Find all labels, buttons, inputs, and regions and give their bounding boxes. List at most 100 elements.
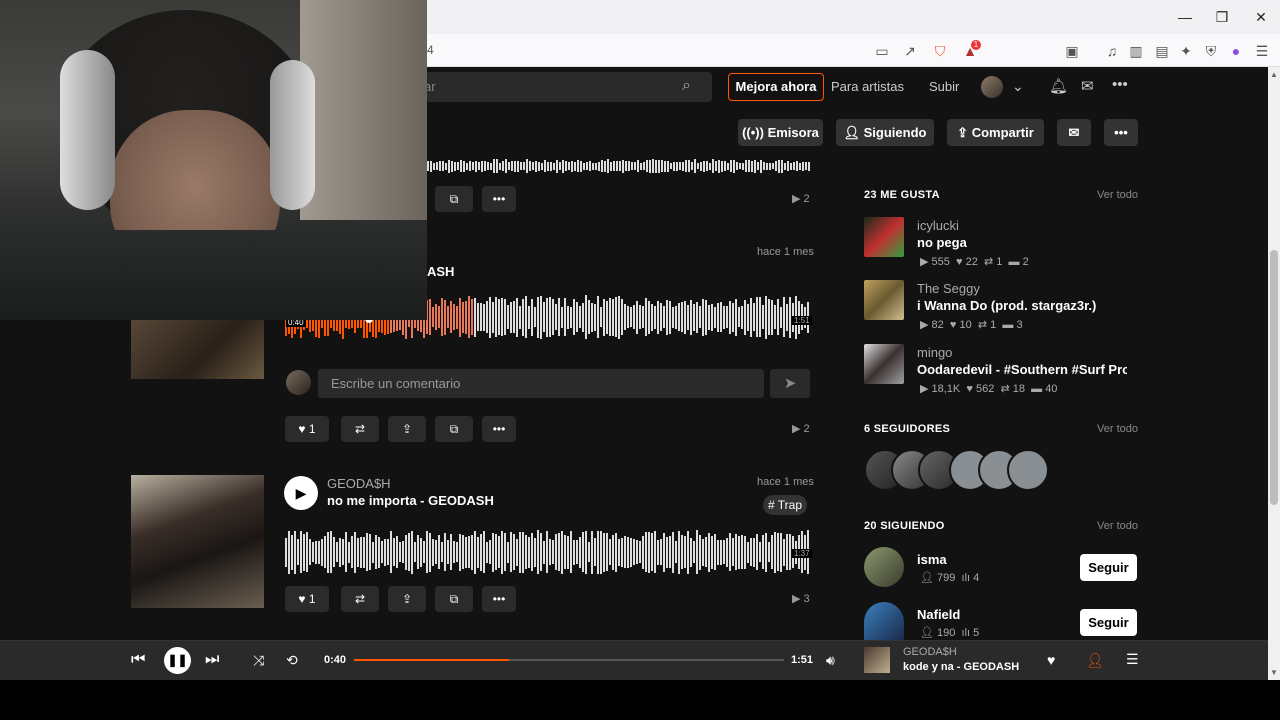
more-button[interactable]: ••• — [482, 186, 516, 212]
scroll-down-icon[interactable]: ▼ — [1270, 668, 1278, 677]
like-artwork[interactable] — [864, 217, 904, 257]
share-button[interactable]: ⇪ — [388, 416, 426, 442]
previous-button[interactable]: ⏮︎ — [131, 651, 145, 669]
scrollbar-thumb[interactable] — [1270, 250, 1278, 505]
following-name[interactable]: Nafield — [917, 607, 960, 622]
more-actions-button[interactable]: ••• — [1104, 119, 1138, 146]
avatar[interactable] — [981, 76, 1003, 98]
waveform-bar — [384, 538, 386, 566]
chevron-down-icon[interactable]: ⌄ — [1012, 78, 1024, 95]
avatar[interactable] — [864, 602, 904, 640]
track-artwork[interactable] — [131, 475, 264, 608]
repeat-button[interactable]: ⟲ — [286, 652, 298, 669]
wallet-icon[interactable]: ▤ — [1152, 41, 1172, 61]
next-button[interactable]: ⏭︎ — [205, 651, 219, 669]
upgrade-button[interactable]: Mejora ahora — [728, 73, 824, 101]
like-title[interactable]: Oodaredevil - #Southern #Surf Pro... — [917, 362, 1127, 377]
avatar[interactable] — [864, 547, 904, 587]
waveform-bar — [456, 542, 458, 562]
track-title[interactable]: ASH — [427, 264, 454, 279]
upload-link[interactable]: Subir — [929, 79, 959, 94]
station-button[interactable]: ((•)) Emisora — [738, 119, 823, 146]
url-text[interactable]: 4 — [427, 43, 434, 57]
repost-button[interactable]: ⇄ — [341, 416, 379, 442]
waveform-bar — [366, 533, 368, 571]
like-button[interactable]: ♥ — [1047, 652, 1055, 668]
follower-avatar[interactable] — [1007, 449, 1049, 491]
close-button[interactable]: ✕ — [1246, 6, 1276, 28]
share-page-icon[interactable]: ↗ — [900, 41, 920, 61]
reader-icon[interactable]: ▣ — [1062, 41, 1082, 61]
track-waveform[interactable] — [427, 155, 811, 177]
maximize-button[interactable]: ❐ — [1207, 6, 1237, 28]
more-icon[interactable]: ••• — [1112, 76, 1128, 93]
music-icon[interactable]: ♫ — [1102, 41, 1122, 61]
search-input[interactable]: ar — [400, 72, 712, 102]
waveform-bar — [567, 535, 569, 569]
like-title[interactable]: no pega — [917, 235, 1127, 250]
tag-badge[interactable]: # Trap — [763, 495, 808, 515]
copy-button[interactable]: ⧉ — [435, 586, 473, 612]
leo-icon[interactable]: ✦ — [1176, 41, 1196, 61]
like-button[interactable]: ♥ 1 — [285, 586, 329, 612]
for-artists-link[interactable]: Para artistas — [831, 79, 904, 94]
scroll-up-icon[interactable]: ▲ — [1270, 70, 1278, 79]
like-artwork[interactable] — [864, 280, 904, 320]
shuffle-button[interactable]: ⤨ — [253, 652, 264, 669]
waveform-bar — [435, 304, 437, 330]
like-title[interactable]: i Wanna Do (prod. stargaz3r.) — [917, 298, 1127, 313]
volume-button[interactable]: 🔊︎ — [826, 652, 835, 669]
minimize-button[interactable]: — — [1170, 6, 1200, 28]
like-user[interactable]: The Seggy — [917, 281, 980, 296]
cast-icon[interactable]: ▭ — [872, 41, 892, 61]
share-button[interactable]: ⇪ Compartir — [947, 119, 1044, 146]
copy-button[interactable]: ⧉ — [435, 416, 473, 442]
more-button[interactable]: ••• — [482, 586, 516, 612]
follow-artist-button[interactable]: 👤︎ — [1086, 652, 1104, 669]
now-playing-artwork[interactable] — [864, 647, 890, 673]
waveform-bar — [657, 539, 659, 565]
waveform-bar — [726, 537, 728, 567]
bell-icon[interactable]: 🔔︎ — [1049, 77, 1068, 95]
track-artist[interactable]: GEODA$H — [327, 476, 391, 491]
waveform-bar — [558, 533, 560, 571]
more-button[interactable]: ••• — [482, 416, 516, 442]
brave-shield-icon[interactable]: ⛉ — [930, 41, 950, 61]
search-icon[interactable]: ⌕ — [682, 77, 691, 95]
repost-button[interactable]: ⇄ — [341, 586, 379, 612]
see-all-following-link[interactable]: Ver todo — [1097, 520, 1138, 532]
like-artwork[interactable] — [864, 344, 904, 384]
comment-input[interactable]: Escribe un comentario — [318, 369, 764, 398]
now-playing-title[interactable]: kode y na - GEODASH — [903, 661, 1019, 673]
send-button[interactable]: ➤ — [770, 369, 810, 398]
see-all-followers-link[interactable]: Ver todo — [1097, 423, 1138, 435]
copy-button[interactable]: ⧉ — [435, 186, 473, 212]
message-button[interactable]: ✉ — [1057, 119, 1091, 146]
waveform-bar — [547, 161, 549, 171]
profile-icon[interactable]: ● — [1226, 41, 1246, 61]
pause-button[interactable]: ❚❚ — [164, 647, 191, 674]
sidebar-icon[interactable]: ▥ — [1126, 41, 1146, 61]
following-name[interactable]: isma — [917, 552, 947, 567]
waveform-bar — [544, 160, 546, 172]
follow-button[interactable]: Seguir — [1080, 609, 1137, 636]
share-button[interactable]: ⇪ — [388, 586, 426, 612]
waveform-bar — [568, 162, 570, 170]
queue-button[interactable]: ☰ — [1126, 651, 1139, 668]
waveform-bar — [537, 530, 539, 574]
track-title[interactable]: no me importa - GEODASH — [327, 493, 494, 508]
like-user[interactable]: icylucki — [917, 218, 959, 233]
now-playing-artist[interactable]: GEODA$H — [903, 646, 957, 658]
like-button[interactable]: ♥ 1 — [285, 416, 329, 442]
see-all-likes-link[interactable]: Ver todo — [1097, 189, 1138, 201]
menu-icon[interactable]: ☰ — [1252, 41, 1272, 61]
waveform-bar — [609, 539, 611, 565]
track-artwork[interactable] — [131, 312, 264, 379]
vpn-icon[interactable]: ⛨ — [1201, 41, 1221, 61]
following-button[interactable]: 👤︎ Siguiendo — [836, 119, 934, 146]
like-user[interactable]: mingo — [917, 345, 952, 360]
mail-icon[interactable]: ✉ — [1081, 77, 1094, 95]
track-waveform[interactable] — [285, 527, 811, 577]
play-button[interactable]: ▶ — [284, 476, 318, 510]
follow-button[interactable]: Seguir — [1080, 554, 1137, 581]
